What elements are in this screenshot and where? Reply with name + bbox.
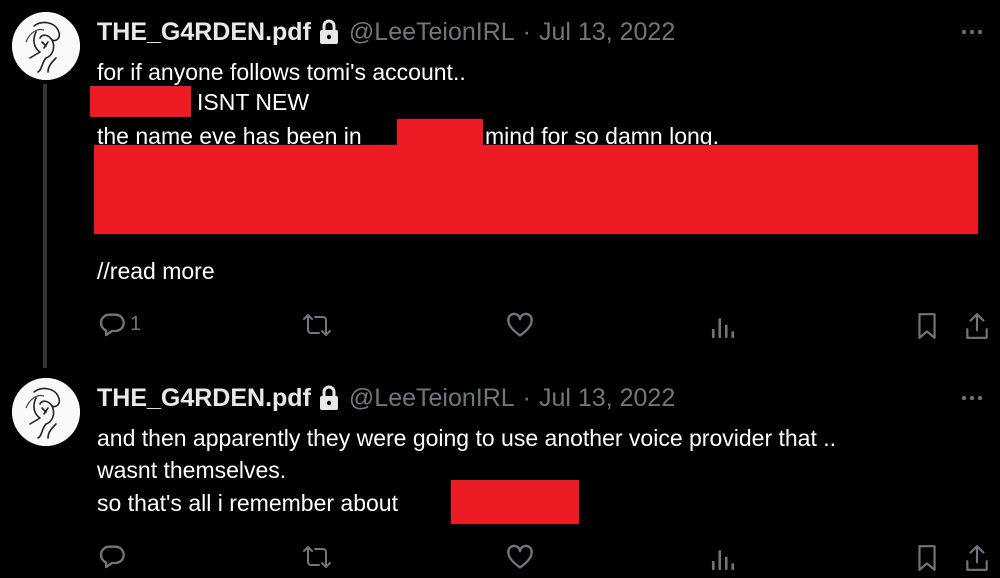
like-button[interactable] xyxy=(506,312,534,338)
action-bar xyxy=(0,542,1000,574)
tweet-text-line: for if anyone follows tomi's account.. xyxy=(97,59,466,85)
more-icon[interactable] xyxy=(958,22,986,42)
reply-button[interactable] xyxy=(98,542,130,570)
avatar[interactable] xyxy=(12,378,80,446)
bookmark-icon xyxy=(916,312,938,340)
retweet-icon xyxy=(302,544,332,570)
bookmark-button[interactable] xyxy=(916,544,938,572)
like-icon xyxy=(506,312,534,338)
tweet-1[interactable]: THE_G4RDEN.pdf @LeeTeionIRL · Jul 13, 20… xyxy=(0,0,1000,360)
like-button[interactable] xyxy=(506,544,534,570)
display-name[interactable]: THE_G4RDEN.pdf xyxy=(97,384,311,413)
tweet-date[interactable]: Jul 13, 2022 xyxy=(539,18,675,47)
retweet-button[interactable] xyxy=(302,312,332,338)
like-icon xyxy=(506,544,534,570)
display-name[interactable]: THE_G4RDEN.pdf xyxy=(97,18,311,47)
redaction-block xyxy=(94,145,978,234)
more-icon[interactable] xyxy=(958,388,986,408)
lock-icon xyxy=(319,19,339,45)
reply-icon xyxy=(98,542,126,570)
tweet-text-line: ISNT NEW xyxy=(197,89,310,115)
separator-dot: · xyxy=(522,383,531,412)
read-more-link[interactable]: //read more xyxy=(97,255,215,287)
action-bar: 1 xyxy=(0,310,1000,342)
views-button[interactable] xyxy=(710,546,736,572)
redaction-block xyxy=(90,86,191,117)
share-icon xyxy=(964,544,990,572)
reply-icon xyxy=(98,310,126,338)
tweet-text-line: so that's all i remember about xyxy=(97,490,398,516)
retweet-button[interactable] xyxy=(302,544,332,570)
views-icon xyxy=(710,314,736,340)
tweet-2[interactable]: THE_G4RDEN.pdf @LeeTeionIRL · Jul 13, 20… xyxy=(0,370,1000,578)
views-icon xyxy=(710,546,736,572)
user-handle[interactable]: @LeeTeionIRL xyxy=(349,384,515,413)
avatar[interactable] xyxy=(12,12,80,80)
reply-count: 1 xyxy=(130,312,142,335)
user-handle[interactable]: @LeeTeionIRL xyxy=(349,18,515,47)
lock-icon xyxy=(319,385,339,411)
bookmark-button[interactable] xyxy=(916,312,938,340)
retweet-icon xyxy=(302,312,332,338)
share-button[interactable] xyxy=(964,544,990,572)
reply-button[interactable]: 1 xyxy=(98,310,141,338)
share-button[interactable] xyxy=(964,312,990,340)
tweet-header: THE_G4RDEN.pdf @LeeTeionIRL · Jul 13, 20… xyxy=(97,17,675,47)
bookmark-icon xyxy=(916,544,938,572)
tweet-text-line: wasnt themselves. xyxy=(97,457,287,483)
share-icon xyxy=(964,312,990,340)
separator-dot: · xyxy=(522,17,531,46)
tweet-date[interactable]: Jul 13, 2022 xyxy=(539,384,675,413)
tweet-header: THE_G4RDEN.pdf @LeeTeionIRL · Jul 13, 20… xyxy=(97,383,675,413)
tweet-text-line: and then apparently they were going to u… xyxy=(97,425,837,451)
redaction-block xyxy=(451,480,579,524)
views-button[interactable] xyxy=(710,314,736,340)
